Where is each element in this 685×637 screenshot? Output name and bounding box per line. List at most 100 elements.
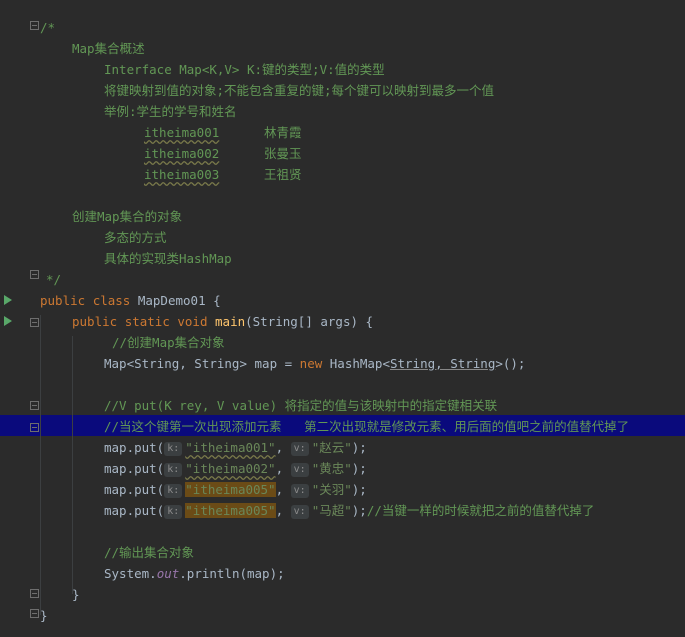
comment-text: //当键一样的时候就把之前的值替代掉了 <box>366 503 595 518</box>
code-line[interactable]: //输出集合对象 <box>104 542 194 563</box>
param-hint-v: v: <box>290 442 309 456</box>
code-line[interactable]: itheima003 <box>144 164 219 185</box>
comment-text: itheima003 <box>144 167 220 182</box>
code-line[interactable]: } <box>40 605 48 626</box>
code-text: String, String <box>389 356 496 371</box>
fold-comment-block-icon[interactable] <box>30 401 39 410</box>
code-text: .println(map); <box>179 566 285 581</box>
code-line[interactable]: /* <box>40 17 55 38</box>
string-literal-highlighted: "itheima005" <box>185 482 276 497</box>
class-declaration[interactable]: public class MapDemo01 { <box>40 290 221 311</box>
code-line[interactable]: 创建Map集合的对象 <box>72 206 182 227</box>
comment-text: //当这个键第一次出现添加元素 第二次出现就是修改元素、用后面的值吧之前的值替代… <box>104 419 630 434</box>
fold-main-end-icon[interactable] <box>30 589 39 598</box>
code-line-selected[interactable]: //当这个键第一次出现添加元素 第二次出现就是修改元素、用后面的值吧之前的值替代… <box>104 416 629 437</box>
put-call[interactable]: map.put(k: "itheima005", v: "关羽"); <box>104 479 367 500</box>
code-line[interactable]: 王祖贤 <box>264 164 302 185</box>
keyword: static <box>124 314 170 329</box>
param-hint-v: v: <box>290 484 309 498</box>
code-line[interactable]: 将键映射到值的对象;不能包含重复的键;每个键可以映射到最多一个值 <box>104 80 494 101</box>
comment-text: Interface Map<K,V> K:键的类型;V:值的类型 <box>104 62 385 77</box>
comment-text: /* <box>40 20 56 35</box>
comment-text: 多态的方式 <box>104 230 167 245</box>
code-text: >(); <box>495 356 526 371</box>
comment-text: //创建Map集合对象 <box>112 335 225 350</box>
param-hint-k: k: <box>164 463 183 477</box>
put-call[interactable]: map.put(k: "itheima005", v: "马超");//当键一样的时… <box>104 500 594 521</box>
code-text: ); <box>351 482 367 497</box>
code-line[interactable]: 多态的方式 <box>104 227 167 248</box>
string-literal: "itheima002" <box>185 461 276 476</box>
comment-text: 具体的实现类HashMap <box>104 251 232 266</box>
put-call[interactable]: map.put(k: "itheima002", v: "黄忠"); <box>104 458 367 479</box>
keyword: public <box>40 293 86 308</box>
code-line[interactable]: itheima001 <box>144 122 219 143</box>
comment-text: itheima002 <box>144 146 220 161</box>
map-declaration[interactable]: Map<String, String> map = new HashMap<St… <box>104 353 525 374</box>
fold-main-icon[interactable] <box>30 318 39 327</box>
comment-text: 举例:学生的学号和姓名 <box>104 104 237 119</box>
run-class-icon[interactable] <box>4 295 12 305</box>
println-call[interactable]: System.out.println(map); <box>104 563 285 584</box>
code-text: map.put( <box>104 440 165 455</box>
fold-end-icon[interactable] <box>30 270 39 279</box>
fold-class-end-icon[interactable] <box>30 609 39 618</box>
closing-brace: } <box>72 587 80 602</box>
code-line[interactable]: 张曼玉 <box>264 143 302 164</box>
comment-text: Map集合概述 <box>72 41 145 56</box>
code-line[interactable]: //创建Map集合对象 <box>112 332 225 353</box>
code-line[interactable]: Interface Map<K,V> K:键的类型;V:值的类型 <box>104 59 385 80</box>
indent-guide <box>40 315 41 615</box>
code-line[interactable]: itheima002 <box>144 143 219 164</box>
put-call[interactable]: map.put(k: "itheima001", v: "赵云"); <box>104 437 367 458</box>
string-literal-highlighted: "itheima005" <box>185 503 276 518</box>
fold-comment-block-end-icon[interactable] <box>30 423 39 432</box>
code-line[interactable]: 具体的实现类HashMap <box>104 248 232 269</box>
comment-text: //输出集合对象 <box>104 545 195 560</box>
param-hint-v: v: <box>290 463 309 477</box>
comment-text: 张曼玉 <box>264 146 302 161</box>
param-hint-k: k: <box>164 484 183 498</box>
comment-text: */ <box>46 272 62 287</box>
string-literal: "itheima001" <box>185 440 276 455</box>
comment-text: itheima001 <box>144 125 220 140</box>
method-name: main <box>215 314 246 329</box>
param-hint-k: k: <box>164 505 183 519</box>
keyword: class <box>92 293 131 308</box>
string-literal: "黄忠" <box>311 461 352 476</box>
code-line[interactable]: 林青霞 <box>264 122 302 143</box>
class-name: MapDemo01 { <box>137 293 221 308</box>
comment-text: 王祖贤 <box>264 167 302 182</box>
run-main-icon[interactable] <box>4 316 12 326</box>
code-line[interactable]: //V put(K rey, V value) 将指定的值与该映射中的指定键相关… <box>104 395 497 416</box>
indent-guide <box>72 336 73 594</box>
param-hint-v: v: <box>290 505 309 519</box>
code-text: System. <box>104 566 157 581</box>
code-text: Map<String, String> map = <box>104 356 300 371</box>
string-literal: "关羽" <box>311 482 352 497</box>
main-declaration[interactable]: public static void main(String[] args) { <box>72 311 373 332</box>
code-line[interactable]: */ <box>46 269 61 290</box>
static-field: out <box>156 566 180 581</box>
code-text: map.put( <box>104 503 165 518</box>
code-text: ); <box>351 461 367 476</box>
string-literal: "马超" <box>311 503 352 518</box>
code-line[interactable]: Map集合概述 <box>72 38 145 59</box>
comment-text: //V put(K rey, V value) 将指定的值与该映射中的指定键相关… <box>104 398 498 413</box>
keyword: new <box>299 356 323 371</box>
code-text: map.put( <box>104 482 165 497</box>
code-text: map.put( <box>104 461 165 476</box>
code-text: HashMap< <box>322 356 390 371</box>
keyword: void <box>177 314 208 329</box>
code-text: ); <box>351 503 367 518</box>
comment-text: 林青霞 <box>264 125 302 140</box>
string-literal: "赵云" <box>311 440 352 455</box>
method-params: (String[] args) { <box>245 314 374 329</box>
code-line[interactable]: 举例:学生的学号和姓名 <box>104 101 237 122</box>
code-line[interactable]: } <box>72 584 80 605</box>
comment-text: 创建Map集合的对象 <box>72 209 183 224</box>
param-hint-k: k: <box>164 442 183 456</box>
code-text: ); <box>351 440 367 455</box>
fold-comment-icon[interactable] <box>30 21 39 30</box>
comment-text: 将键映射到值的对象;不能包含重复的键;每个键可以映射到最多一个值 <box>104 83 495 98</box>
